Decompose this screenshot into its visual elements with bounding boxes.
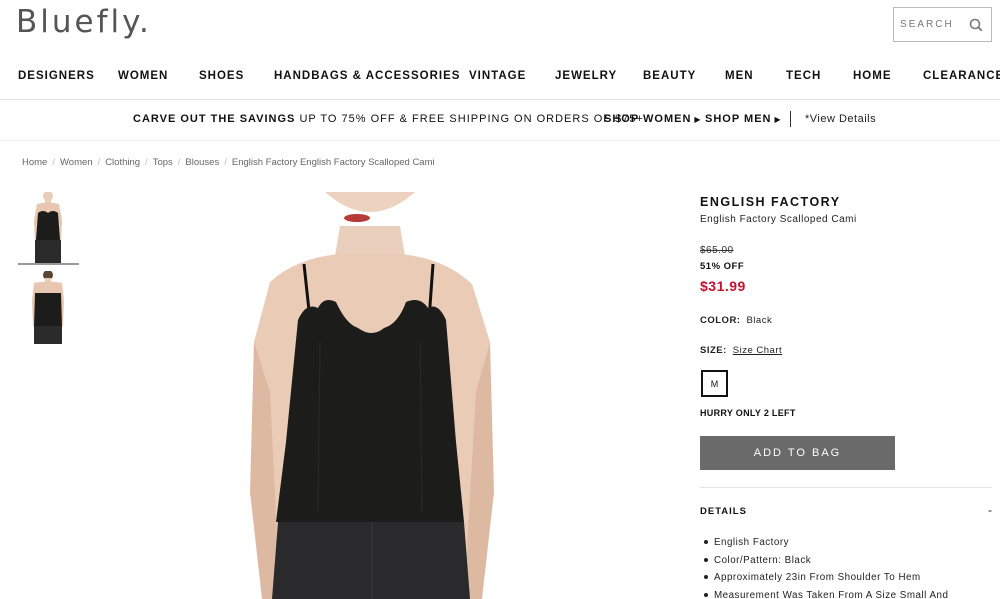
nav-shoes[interactable]: SHOES (199, 70, 244, 82)
search-label: SEARCH (900, 19, 954, 30)
product-main-image[interactable] (200, 192, 545, 599)
breadcrumb-blouses[interactable]: Blouses (185, 157, 219, 168)
breadcrumb-clothing[interactable]: Clothing (105, 157, 140, 168)
product-brand[interactable]: ENGLISH FACTORY (700, 195, 841, 209)
size-label: SIZE: (700, 345, 727, 356)
nav-women[interactable]: WOMEN (118, 70, 168, 82)
breadcrumb: Home / Women / Clothing / Tops / Blouses / English… (22, 157, 435, 168)
size-option-m[interactable]: M (701, 370, 728, 397)
detail-item: Approximately 23in From Shoulder To Hem (704, 571, 948, 589)
nav-jewelry[interactable]: JEWELRY (555, 70, 617, 82)
detail-item: English Factory (704, 536, 948, 554)
main-nav: DESIGNERS WOMEN SHOES HANDBAGS & ACCESSO… (0, 66, 1000, 89)
view-details-link[interactable]: *View Details (805, 113, 876, 125)
color-value: Black (746, 315, 773, 326)
nav-men[interactable]: MEN (725, 70, 754, 82)
caret-right-icon: ▶ (774, 115, 782, 124)
shop-women-link[interactable]: SHOP WOMEN ▶ (604, 113, 702, 125)
size-chart-link[interactable]: Size Chart (733, 345, 782, 356)
breadcrumb-separator: / (177, 157, 181, 168)
nav-handbags-accessories[interactable]: HANDBAGS & ACCESSORIES (274, 70, 460, 82)
discount-label: 51% OFF (700, 261, 745, 272)
thumbnail-front[interactable] (18, 192, 79, 265)
detail-item: Color/Pattern: Black (704, 554, 948, 572)
breadcrumb-separator: / (224, 157, 227, 168)
promo-headline: CARVE OUT THE SAVINGS (133, 113, 296, 125)
breadcrumb-separator: / (145, 157, 148, 168)
site-logo[interactable]: Bluefly. (16, 4, 152, 40)
color-row: COLOR: Black (700, 315, 772, 326)
shop-men-link[interactable]: SHOP MEN ▶ (705, 113, 782, 125)
nav-vintage[interactable]: VINTAGE (469, 70, 526, 82)
promo-message: CARVE OUT THE SAVINGS UP TO 75% OFF & FR… (133, 113, 644, 125)
promo-text: UP TO 75% OFF & FREE SHIPPING ON ORDERS … (299, 113, 644, 125)
add-to-bag-button[interactable]: ADD TO BAG (700, 436, 895, 470)
details-collapse-toggle[interactable]: - (988, 503, 992, 517)
nav-clearance[interactable]: CLEARANCE (923, 70, 1000, 82)
thumbnail-back[interactable] (18, 271, 79, 344)
color-label: COLOR: (700, 315, 741, 326)
product-name: English Factory Scalloped Cami (700, 214, 857, 225)
size-row: SIZE: Size Chart (700, 345, 782, 356)
nav-designers[interactable]: DESIGNERS (18, 70, 95, 82)
nav-home[interactable]: HOME (853, 70, 892, 82)
breadcrumb-women[interactable]: Women (60, 157, 93, 168)
breadcrumb-current[interactable]: English Factory English Factory Scallope… (232, 157, 435, 168)
details-heading[interactable]: DETAILS (700, 506, 747, 517)
promo-divider (0, 140, 1000, 141)
sale-price: $31.99 (700, 278, 746, 294)
search-box[interactable]: SEARCH (893, 7, 992, 42)
original-price: $65.00 (700, 245, 734, 256)
breadcrumb-tops[interactable]: Tops (153, 157, 173, 168)
breadcrumb-home[interactable]: Home (22, 157, 47, 168)
promo-banner: CARVE OUT THE SAVINGS UP TO 75% OFF & FR… (0, 100, 1000, 140)
detail-item: Measurement Was Taken From A Size Small … (704, 589, 948, 599)
shop-women-label: SHOP WOMEN (604, 113, 692, 125)
details-divider (700, 487, 992, 488)
search-icon[interactable] (969, 18, 983, 32)
breadcrumb-separator: / (97, 157, 101, 168)
promo-separator (790, 111, 791, 127)
stock-warning: HURRY ONLY 2 LEFT (700, 408, 796, 418)
shop-men-label: SHOP MEN (705, 113, 772, 125)
breadcrumb-separator: / (52, 157, 55, 168)
nav-beauty[interactable]: BEAUTY (643, 70, 696, 82)
nav-tech[interactable]: TECH (786, 70, 821, 82)
details-list: English Factory Color/Pattern: Black App… (704, 536, 948, 599)
caret-right-icon: ▶ (694, 115, 702, 124)
